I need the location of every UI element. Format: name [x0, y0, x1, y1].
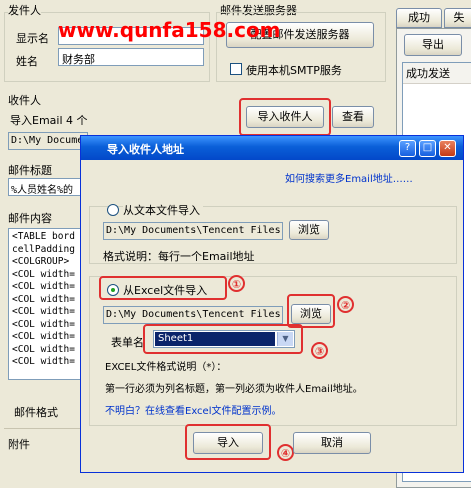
marker-1: ① — [228, 275, 245, 292]
sheet-label: 表单名 — [111, 336, 144, 349]
sender-section-label: 发件人 — [8, 2, 41, 18]
cancel-button[interactable]: 取消 — [293, 432, 371, 454]
import-recipients-highlight — [239, 98, 331, 136]
export-button[interactable]: 导出 — [404, 34, 462, 56]
marker-2: ② — [337, 296, 354, 313]
import-button-highlight — [185, 424, 271, 460]
close-icon[interactable]: ✕ — [439, 140, 456, 157]
recipient-path-field[interactable]: D:\My Documents\ — [8, 132, 88, 150]
content-editor[interactable]: <TABLE bord cellPadding <COLGROUP> <COL … — [8, 228, 88, 380]
text-path-value: D:\My Documents\Tencent Files — [106, 225, 281, 236]
excel-radio-highlight — [99, 276, 227, 300]
marker-3: ③ — [311, 342, 328, 359]
success-sent-header[interactable]: 成功发送 — [403, 63, 471, 84]
content-line: cellPadding — [12, 243, 75, 255]
subject-input[interactable]: %人员姓名%的 — [8, 178, 88, 196]
content-line: <COL width= — [12, 331, 75, 342]
content-line: <COL width= — [12, 356, 75, 367]
text-import-radio[interactable] — [107, 204, 119, 216]
display-name-label: 显示名 — [16, 32, 49, 45]
import-recipients-dialog: 导入收件人地址 ? □ ✕ 如何搜索更多Email地址…… 从文本文件导入 D:… — [80, 135, 464, 473]
help-icon[interactable]: ? — [399, 140, 416, 157]
dialog-title: 导入收件人地址 — [107, 143, 184, 156]
text-import-label[interactable]: 从文本文件导入 — [123, 202, 203, 218]
format-divider — [4, 428, 80, 429]
dialog-title-bar[interactable]: 导入收件人地址 ? □ ✕ — [81, 136, 463, 160]
recipients-section-label: 收件人 — [8, 94, 41, 107]
text-path-field[interactable]: D:\My Documents\Tencent Files — [103, 222, 283, 240]
view-button[interactable]: 查看 — [332, 106, 374, 128]
content-line: <COL width= — [12, 293, 75, 305]
use-smtp-label: 使用本机SMTP服务 — [246, 64, 342, 77]
excel-path-field[interactable]: D:\My Documents\Tencent Files — [103, 306, 283, 324]
excel-path-value: D:\My Documents\Tencent Files — [106, 309, 281, 320]
content-line: <COL width= — [12, 343, 75, 355]
subject-section-label: 邮件标题 — [8, 164, 52, 177]
name-input[interactable]: 财务部 — [58, 48, 204, 66]
name-value: 财务部 — [62, 53, 95, 66]
content-line: <COL width= — [12, 306, 75, 317]
excel-format-desc: 第一行必须为列名标题，第一列必须为收件人Email地址。 — [105, 384, 363, 395]
format-label: 邮件格式 — [14, 406, 58, 419]
excel-example-link[interactable]: 不明白？在线查看Excel文件配置示例。 — [105, 402, 282, 417]
tab-success[interactable]: 成功 — [396, 8, 442, 28]
import-count-text: 导入Email 4 个 — [10, 114, 88, 127]
watermark-text: www.qunfa158.com — [58, 18, 281, 42]
attachment-label: 附件 — [8, 438, 30, 451]
content-line: <COL width= — [12, 318, 75, 330]
help-search-link[interactable]: 如何搜索更多Email地址…… — [285, 170, 413, 185]
content-line: <COL width= — [12, 281, 75, 292]
tab-fail[interactable]: 失 — [444, 8, 471, 28]
excel-format-title: EXCEL文件格式说明（*）： — [105, 362, 227, 373]
content-line: <COL width= — [12, 268, 75, 280]
content-section-label: 邮件内容 — [8, 212, 52, 225]
sheet-select-highlight — [143, 324, 303, 354]
recipient-path-value: D:\My Documents\ — [11, 135, 87, 146]
browse-excel-highlight — [287, 294, 335, 328]
subject-value: %人员姓名%的 — [11, 185, 74, 196]
browse-text-button[interactable]: 浏览 — [289, 220, 329, 240]
content-line: <TABLE bord — [12, 231, 75, 242]
name-label: 姓名 — [16, 55, 38, 68]
text-format-note: 格式说明：每行一个Email地址 — [103, 250, 255, 263]
maximize-icon[interactable]: □ — [419, 140, 436, 157]
content-line: <COLGROUP> — [12, 256, 70, 267]
marker-4: ④ — [277, 444, 294, 461]
use-smtp-checkbox[interactable] — [230, 63, 242, 75]
